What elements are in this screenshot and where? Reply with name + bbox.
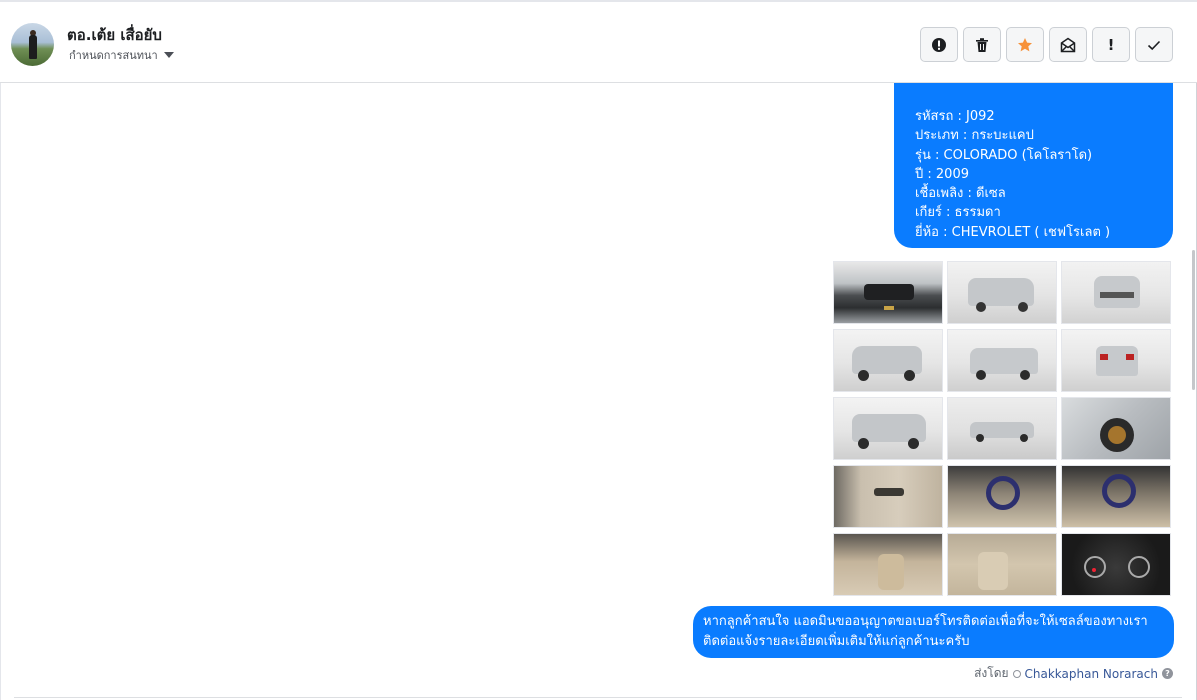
photo-front-left[interactable]	[833, 329, 943, 392]
star-icon	[1018, 37, 1032, 51]
report-spam-button[interactable]	[920, 27, 958, 62]
mark-done-button[interactable]	[1135, 27, 1173, 62]
photo-rear-seats[interactable]	[947, 533, 1057, 596]
photo-rear[interactable]	[1061, 329, 1171, 392]
photo-gauge-cluster[interactable]	[1061, 533, 1171, 596]
followup-line-2: ติดต่อแจ้งรายละเอียดเพิ่มเติมให้แก่ลูกค้…	[703, 634, 970, 649]
detail-line-model: รุ่น : COLORADO (โคโลราโด)	[915, 147, 1093, 163]
photo-steering-wheel[interactable]	[947, 465, 1057, 528]
agent-status-icon	[1012, 669, 1021, 678]
vehicle-details-message: รหัสรถ : J092 ประเภท : กระบะแคป รุ่น : C…	[894, 60, 1173, 248]
photo-wheel-closeup[interactable]	[1061, 397, 1171, 460]
sent-by-label: ส่งโดย	[974, 666, 1009, 680]
photo-door-panel[interactable]	[833, 465, 943, 528]
assign-conversation-dropdown[interactable]: กำหนดการสนทนา	[69, 46, 174, 64]
detail-line-brand: ยี่ห้อ : CHEVROLET ( เชฟโรเลต )	[915, 224, 1111, 240]
contact-name[interactable]: ตอ.เต้ย เสื่อยับ	[67, 23, 162, 47]
avatar[interactable]	[11, 23, 54, 66]
conversation-header: ตอ.เต้ย เสื่อยับ กำหนดการสนทนา !	[0, 0, 1197, 83]
scrollbar[interactable]	[1192, 250, 1195, 390]
photo-front-seats[interactable]	[833, 533, 943, 596]
composer-divider	[14, 697, 1182, 698]
detail-line-type: ประเภท : กระบะแคป	[915, 128, 1034, 144]
mark-important-button[interactable]: !	[1092, 27, 1130, 62]
detail-line-code: รหัสรถ : J092	[915, 109, 995, 124]
sent-by: ส่งโดย Chakkaphan Norarach ?	[974, 664, 1173, 683]
assign-label: กำหนดการสนทนา	[69, 49, 158, 62]
detail-line-gear: เกียร์ : ธรรมดา	[915, 205, 1001, 221]
photo-rear-left[interactable]	[833, 397, 943, 460]
trash-icon	[976, 37, 988, 52]
delete-button[interactable]	[963, 27, 1001, 62]
followup-message: หากลูกค้าสนใจ แอดมินขออนุญาตขอเบอร์โทรติ…	[693, 606, 1174, 658]
detail-line-fuel: เชื้อเพลิง : ดีเซล	[915, 186, 1006, 202]
alert-circle-icon	[932, 37, 946, 52]
photo-engine-bay[interactable]	[833, 261, 943, 324]
help-icon[interactable]: ?	[1162, 668, 1173, 679]
toolbar: !	[920, 27, 1173, 62]
photo-grid	[833, 261, 1173, 597]
detail-line-year: ปี : 2009	[915, 166, 969, 182]
vehicle-details-lines: รหัสรถ : J092 ประเภท : กระบะแคป รุ่น : C…	[915, 107, 1110, 242]
check-icon	[1147, 40, 1161, 50]
followup-line-1: หากลูกค้าสนใจ แอดมินขออนุญาตขอเบอร์โทรติ…	[703, 614, 1148, 629]
avatar-figure	[29, 35, 37, 59]
mark-unread-icon	[1060, 37, 1076, 52]
photo-side-profile[interactable]	[947, 397, 1057, 460]
photo-rear-three-quarter[interactable]	[947, 329, 1057, 392]
agent-name-link[interactable]: Chakkaphan Norarach	[1025, 667, 1158, 681]
mark-unread-button[interactable]	[1049, 27, 1087, 62]
photo-front[interactable]	[1061, 261, 1171, 324]
important-icon: !	[1107, 35, 1115, 54]
star-button[interactable]	[1006, 27, 1044, 62]
photo-front-three-quarter[interactable]	[947, 261, 1057, 324]
chevron-down-icon	[163, 52, 174, 58]
photo-dashboard[interactable]	[1061, 465, 1171, 528]
